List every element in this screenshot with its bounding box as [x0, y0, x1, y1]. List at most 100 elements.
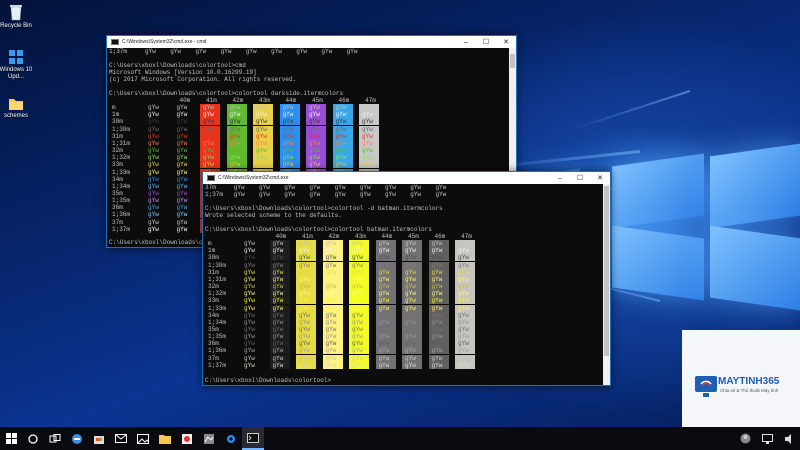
color-cell: gYw	[322, 247, 343, 255]
color-sample: gYw	[244, 304, 255, 312]
color-cell: gYw	[428, 290, 449, 298]
color-cell: gYw	[455, 297, 475, 305]
file-explorer-icon	[159, 434, 171, 444]
photos-icon	[137, 433, 149, 444]
color-cell: gYw	[375, 361, 396, 369]
console-line: 1;37m gYw gYw gYw gYw gYw gYw gYw gYw gY…	[109, 48, 358, 55]
color-cell: gYw	[269, 254, 290, 262]
task-view-button[interactable]	[44, 427, 66, 450]
color-cell: gYw	[253, 132, 273, 140]
row-label: 36m	[112, 204, 123, 212]
windows-logo-pane-tl	[612, 153, 704, 229]
color-cell: gYw	[200, 147, 220, 155]
maximize-button[interactable]: ☐	[476, 36, 496, 48]
tray-network[interactable]	[756, 427, 778, 450]
color-cell: gYw	[375, 261, 396, 269]
window-title: C:\Windows\System32\cmd.exe - cmd	[122, 39, 207, 45]
color-cell: gYw	[226, 125, 247, 133]
row-label: 37m	[112, 218, 123, 226]
taskbar-edge[interactable]	[66, 427, 88, 450]
taskbar-settings[interactable]	[220, 427, 242, 450]
color-cell: gYw	[306, 118, 326, 126]
column-header: 44m	[285, 97, 297, 104]
color-sample: gYw	[244, 347, 255, 355]
color-cell: gYw	[296, 297, 316, 305]
desktop-icon-windows-update[interactable]: Windows 10 Upd...	[0, 49, 34, 81]
taskbar-photos[interactable]	[132, 427, 154, 450]
maximize-button[interactable]: ☐	[570, 172, 590, 184]
row-label: 36m	[208, 340, 219, 348]
column-header: 45m	[312, 97, 323, 104]
color-cell: gYw	[455, 275, 475, 283]
row-label: 1;32m	[112, 154, 131, 162]
color-cell: gYw	[269, 311, 290, 319]
console-prompt: C:\Users\xboxl\Downloads\colortool>	[205, 377, 332, 384]
start-button[interactable]	[0, 427, 22, 450]
color-cell: gYw	[375, 318, 396, 326]
color-sample: gYw	[148, 225, 159, 233]
title-bar[interactable]: C:\Windows\System32\cmd.exe - cmd – ☐ ✕	[107, 36, 516, 48]
color-cell: gYw	[279, 104, 300, 112]
console-output[interactable]: 37m gYw gYw gYw gYw gYw gYw gYw gYw gYw …	[203, 184, 603, 385]
taskbar-maps[interactable]	[198, 427, 220, 450]
color-cell: gYw	[322, 354, 343, 362]
color-cell: gYw	[359, 125, 379, 133]
cmd-window-batman[interactable]: C:\Windows\System32\cmd.exe – ☐ ✕ 37m gY…	[202, 171, 611, 386]
close-button[interactable]: ✕	[496, 36, 516, 48]
title-bar[interactable]: C:\Windows\System32\cmd.exe – ☐ ✕	[203, 172, 610, 184]
color-cell: gYw	[349, 254, 369, 262]
color-cell: gYw	[428, 283, 449, 291]
color-cell: gYw	[402, 304, 422, 312]
cortana-button[interactable]	[22, 427, 44, 450]
minimize-button[interactable]: –	[456, 36, 476, 48]
console-app-icon	[207, 175, 215, 181]
taskbar-mail[interactable]	[110, 427, 132, 450]
row-label: 32m	[112, 147, 123, 155]
color-cell: gYw	[200, 154, 220, 162]
minimize-button[interactable]: –	[550, 172, 570, 184]
color-sample: gYw	[148, 118, 159, 126]
color-cell: gYw	[402, 247, 422, 255]
color-cell: gYw	[279, 139, 300, 147]
color-cell: gYw	[349, 340, 369, 348]
row-label: 30m	[112, 118, 123, 126]
color-cell: gYw	[402, 354, 422, 362]
color-cell: gYw	[359, 111, 379, 119]
color-cell: gYw	[200, 132, 220, 140]
color-cell: gYw	[200, 118, 220, 126]
tray-volume[interactable]	[778, 427, 800, 450]
tray-avatar[interactable]	[734, 427, 756, 450]
color-cell: gYw	[269, 268, 290, 276]
color-cell: gYw	[322, 340, 343, 348]
color-cell: gYw	[200, 161, 220, 169]
taskbar-cmd[interactable]	[242, 427, 264, 450]
color-cell: gYw	[173, 161, 194, 169]
row-label: 1;36m	[112, 211, 131, 219]
color-cell: gYw	[279, 132, 300, 140]
taskbar-explorer[interactable]	[154, 427, 176, 450]
windows-logo-pane-tr	[710, 143, 800, 229]
vertical-scrollbar[interactable]	[603, 184, 610, 385]
color-sample: gYw	[244, 247, 255, 255]
color-cell: gYw	[349, 333, 369, 341]
color-cell: gYw	[455, 354, 475, 362]
color-cell: gYw	[402, 290, 422, 298]
color-sample: gYw	[148, 197, 159, 205]
color-cell: gYw	[455, 304, 475, 312]
color-sample: gYw	[148, 218, 159, 226]
color-cell: gYw	[173, 189, 194, 197]
row-label: 1;34m	[112, 182, 131, 190]
desktop-icon-recycle-bin[interactable]: Recycle Bin	[0, 3, 34, 30]
close-button[interactable]: ✕	[590, 172, 610, 184]
color-cell: gYw	[375, 297, 396, 305]
color-cell: gYw	[279, 147, 300, 155]
taskbar-paint[interactable]	[176, 427, 198, 450]
column-header: 44m	[381, 233, 393, 240]
desktop-icon-schemes[interactable]: schemes	[0, 97, 34, 120]
taskbar-store[interactable]	[88, 427, 110, 450]
row-label: 1;31m	[208, 275, 227, 283]
color-cell: gYw	[269, 247, 290, 255]
windows-start-icon	[5, 433, 17, 444]
color-sample: gYw	[148, 147, 159, 155]
color-cell: gYw	[428, 297, 449, 305]
